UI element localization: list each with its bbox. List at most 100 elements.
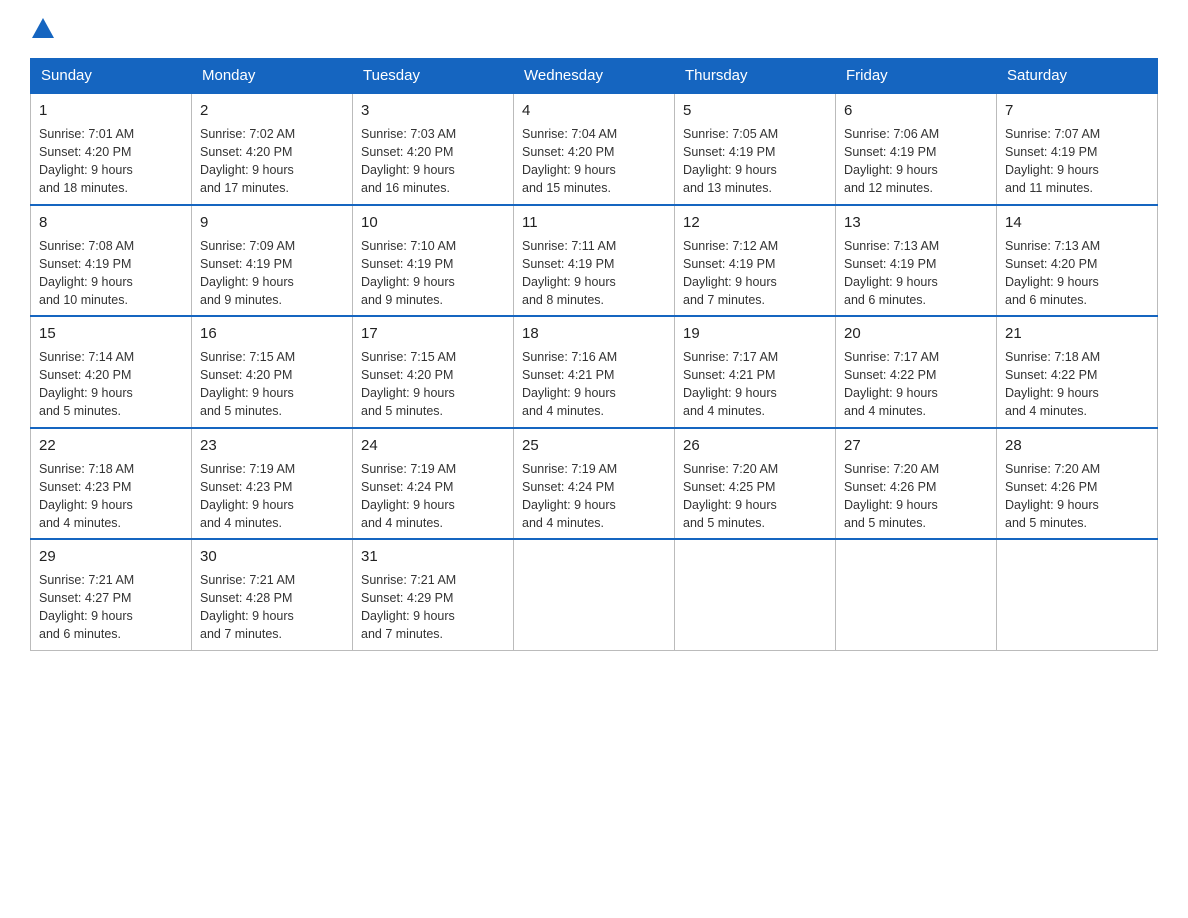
day-number: 28 xyxy=(1005,435,1149,456)
day-info: Sunrise: 7:11 AMSunset: 4:19 PMDaylight:… xyxy=(522,237,666,310)
calendar-cell: 21 Sunrise: 7:18 AMSunset: 4:22 PMDaylig… xyxy=(997,316,1158,428)
day-number: 10 xyxy=(361,212,505,233)
day-info: Sunrise: 7:21 AMSunset: 4:27 PMDaylight:… xyxy=(39,571,183,644)
day-info: Sunrise: 7:14 AMSunset: 4:20 PMDaylight:… xyxy=(39,348,183,421)
day-info: Sunrise: 7:17 AMSunset: 4:22 PMDaylight:… xyxy=(844,348,988,421)
calendar-cell: 8 Sunrise: 7:08 AMSunset: 4:19 PMDayligh… xyxy=(31,205,192,317)
day-number: 15 xyxy=(39,323,183,344)
calendar-cell: 28 Sunrise: 7:20 AMSunset: 4:26 PMDaylig… xyxy=(997,428,1158,540)
calendar-week-3: 15 Sunrise: 7:14 AMSunset: 4:20 PMDaylig… xyxy=(31,316,1158,428)
calendar-cell: 31 Sunrise: 7:21 AMSunset: 4:29 PMDaylig… xyxy=(353,539,514,650)
day-number: 8 xyxy=(39,212,183,233)
day-info: Sunrise: 7:02 AMSunset: 4:20 PMDaylight:… xyxy=(200,125,344,198)
day-number: 23 xyxy=(200,435,344,456)
day-info: Sunrise: 7:21 AMSunset: 4:29 PMDaylight:… xyxy=(361,571,505,644)
day-number: 7 xyxy=(1005,100,1149,121)
day-number: 9 xyxy=(200,212,344,233)
calendar-cell: 12 Sunrise: 7:12 AMSunset: 4:19 PMDaylig… xyxy=(675,205,836,317)
day-info: Sunrise: 7:12 AMSunset: 4:19 PMDaylight:… xyxy=(683,237,827,310)
day-number: 29 xyxy=(39,546,183,567)
calendar-cell: 20 Sunrise: 7:17 AMSunset: 4:22 PMDaylig… xyxy=(836,316,997,428)
day-number: 18 xyxy=(522,323,666,344)
day-info: Sunrise: 7:19 AMSunset: 4:24 PMDaylight:… xyxy=(361,460,505,533)
day-number: 30 xyxy=(200,546,344,567)
col-thursday: Thursday xyxy=(675,59,836,94)
calendar-cell: 29 Sunrise: 7:21 AMSunset: 4:27 PMDaylig… xyxy=(31,539,192,650)
day-number: 6 xyxy=(844,100,988,121)
col-monday: Monday xyxy=(192,59,353,94)
calendar-cell: 5 Sunrise: 7:05 AMSunset: 4:19 PMDayligh… xyxy=(675,93,836,205)
calendar-cell: 14 Sunrise: 7:13 AMSunset: 4:20 PMDaylig… xyxy=(997,205,1158,317)
logo-icon xyxy=(32,18,54,38)
day-number: 14 xyxy=(1005,212,1149,233)
col-sunday: Sunday xyxy=(31,59,192,94)
day-info: Sunrise: 7:13 AMSunset: 4:20 PMDaylight:… xyxy=(1005,237,1149,310)
calendar-week-5: 29 Sunrise: 7:21 AMSunset: 4:27 PMDaylig… xyxy=(31,539,1158,650)
calendar-cell: 7 Sunrise: 7:07 AMSunset: 4:19 PMDayligh… xyxy=(997,93,1158,205)
calendar-cell: 24 Sunrise: 7:19 AMSunset: 4:24 PMDaylig… xyxy=(353,428,514,540)
calendar-cell: 25 Sunrise: 7:19 AMSunset: 4:24 PMDaylig… xyxy=(514,428,675,540)
col-saturday: Saturday xyxy=(997,59,1158,94)
header-row: Sunday Monday Tuesday Wednesday Thursday… xyxy=(31,59,1158,94)
day-info: Sunrise: 7:04 AMSunset: 4:20 PMDaylight:… xyxy=(522,125,666,198)
day-number: 21 xyxy=(1005,323,1149,344)
day-info: Sunrise: 7:03 AMSunset: 4:20 PMDaylight:… xyxy=(361,125,505,198)
day-number: 11 xyxy=(522,212,666,233)
day-number: 22 xyxy=(39,435,183,456)
day-info: Sunrise: 7:20 AMSunset: 4:25 PMDaylight:… xyxy=(683,460,827,533)
day-info: Sunrise: 7:17 AMSunset: 4:21 PMDaylight:… xyxy=(683,348,827,421)
col-friday: Friday xyxy=(836,59,997,94)
day-info: Sunrise: 7:18 AMSunset: 4:22 PMDaylight:… xyxy=(1005,348,1149,421)
day-info: Sunrise: 7:01 AMSunset: 4:20 PMDaylight:… xyxy=(39,125,183,198)
day-info: Sunrise: 7:19 AMSunset: 4:24 PMDaylight:… xyxy=(522,460,666,533)
calendar-week-4: 22 Sunrise: 7:18 AMSunset: 4:23 PMDaylig… xyxy=(31,428,1158,540)
day-info: Sunrise: 7:15 AMSunset: 4:20 PMDaylight:… xyxy=(361,348,505,421)
day-info: Sunrise: 7:10 AMSunset: 4:19 PMDaylight:… xyxy=(361,237,505,310)
calendar-cell: 16 Sunrise: 7:15 AMSunset: 4:20 PMDaylig… xyxy=(192,316,353,428)
calendar-cell: 26 Sunrise: 7:20 AMSunset: 4:25 PMDaylig… xyxy=(675,428,836,540)
day-number: 25 xyxy=(522,435,666,456)
day-info: Sunrise: 7:08 AMSunset: 4:19 PMDaylight:… xyxy=(39,237,183,310)
calendar-cell: 11 Sunrise: 7:11 AMSunset: 4:19 PMDaylig… xyxy=(514,205,675,317)
calendar-cell: 18 Sunrise: 7:16 AMSunset: 4:21 PMDaylig… xyxy=(514,316,675,428)
calendar-cell xyxy=(836,539,997,650)
calendar-cell: 15 Sunrise: 7:14 AMSunset: 4:20 PMDaylig… xyxy=(31,316,192,428)
day-info: Sunrise: 7:20 AMSunset: 4:26 PMDaylight:… xyxy=(844,460,988,533)
day-number: 27 xyxy=(844,435,988,456)
col-wednesday: Wednesday xyxy=(514,59,675,94)
calendar-cell: 6 Sunrise: 7:06 AMSunset: 4:19 PMDayligh… xyxy=(836,93,997,205)
calendar-cell xyxy=(514,539,675,650)
day-info: Sunrise: 7:15 AMSunset: 4:20 PMDaylight:… xyxy=(200,348,344,421)
day-info: Sunrise: 7:16 AMSunset: 4:21 PMDaylight:… xyxy=(522,348,666,421)
day-number: 16 xyxy=(200,323,344,344)
calendar-cell xyxy=(675,539,836,650)
day-info: Sunrise: 7:07 AMSunset: 4:19 PMDaylight:… xyxy=(1005,125,1149,198)
day-info: Sunrise: 7:09 AMSunset: 4:19 PMDaylight:… xyxy=(200,237,344,310)
day-number: 20 xyxy=(844,323,988,344)
day-info: Sunrise: 7:06 AMSunset: 4:19 PMDaylight:… xyxy=(844,125,988,198)
calendar-week-2: 8 Sunrise: 7:08 AMSunset: 4:19 PMDayligh… xyxy=(31,205,1158,317)
calendar-cell: 3 Sunrise: 7:03 AMSunset: 4:20 PMDayligh… xyxy=(353,93,514,205)
col-tuesday: Tuesday xyxy=(353,59,514,94)
day-number: 13 xyxy=(844,212,988,233)
calendar-cell: 27 Sunrise: 7:20 AMSunset: 4:26 PMDaylig… xyxy=(836,428,997,540)
day-number: 31 xyxy=(361,546,505,567)
day-number: 3 xyxy=(361,100,505,121)
calendar-cell: 4 Sunrise: 7:04 AMSunset: 4:20 PMDayligh… xyxy=(514,93,675,205)
calendar-cell: 13 Sunrise: 7:13 AMSunset: 4:19 PMDaylig… xyxy=(836,205,997,317)
day-number: 24 xyxy=(361,435,505,456)
page-header xyxy=(30,20,1158,38)
calendar-cell: 19 Sunrise: 7:17 AMSunset: 4:21 PMDaylig… xyxy=(675,316,836,428)
calendar-cell: 30 Sunrise: 7:21 AMSunset: 4:28 PMDaylig… xyxy=(192,539,353,650)
calendar-cell: 22 Sunrise: 7:18 AMSunset: 4:23 PMDaylig… xyxy=(31,428,192,540)
calendar-cell: 9 Sunrise: 7:09 AMSunset: 4:19 PMDayligh… xyxy=(192,205,353,317)
day-number: 12 xyxy=(683,212,827,233)
day-info: Sunrise: 7:13 AMSunset: 4:19 PMDaylight:… xyxy=(844,237,988,310)
calendar-cell: 17 Sunrise: 7:15 AMSunset: 4:20 PMDaylig… xyxy=(353,316,514,428)
day-number: 17 xyxy=(361,323,505,344)
day-info: Sunrise: 7:20 AMSunset: 4:26 PMDaylight:… xyxy=(1005,460,1149,533)
day-number: 2 xyxy=(200,100,344,121)
calendar-cell xyxy=(997,539,1158,650)
day-number: 19 xyxy=(683,323,827,344)
day-info: Sunrise: 7:19 AMSunset: 4:23 PMDaylight:… xyxy=(200,460,344,533)
